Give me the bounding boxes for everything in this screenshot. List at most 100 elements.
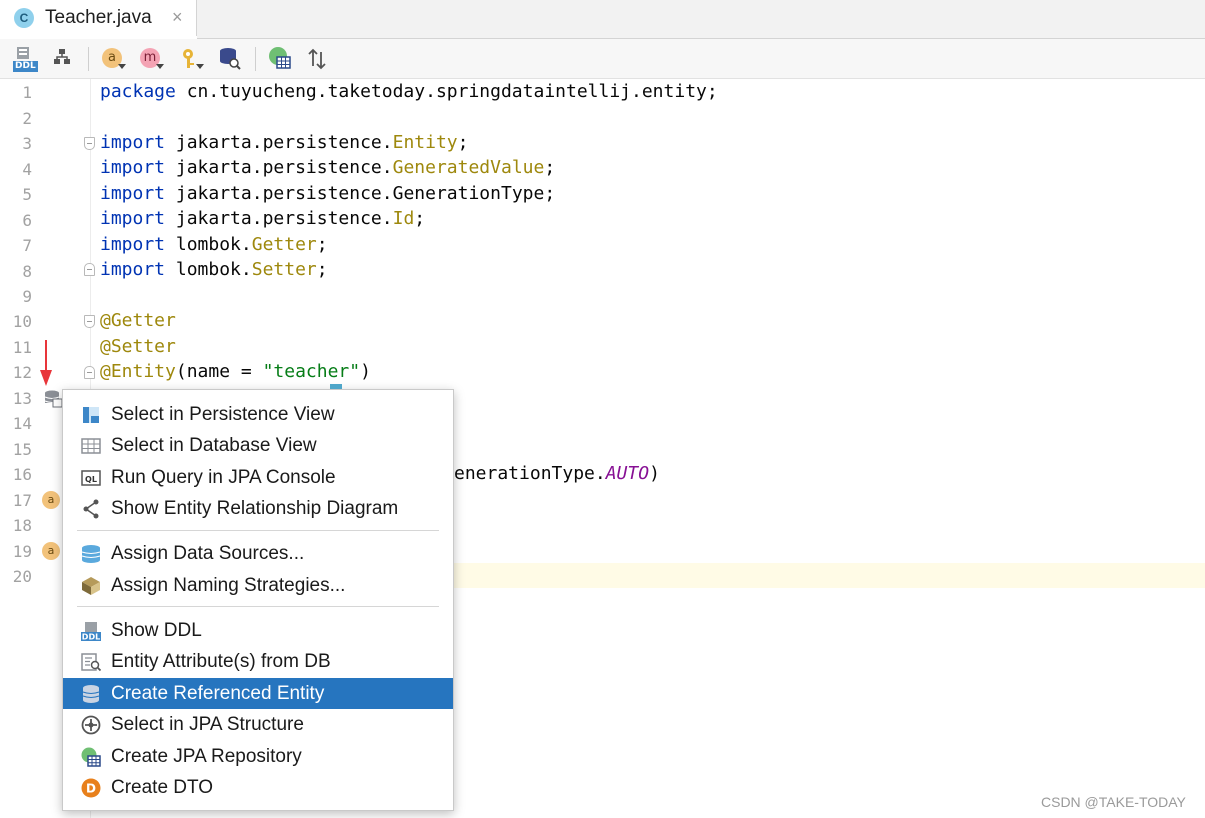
- keyword: import: [100, 208, 166, 229]
- line-number: 4: [22, 160, 32, 179]
- tab-title: Teacher.java: [45, 7, 152, 28]
- db-search-button[interactable]: [218, 46, 242, 72]
- menu-item-label: Entity Attribute(s) from DB: [111, 651, 331, 672]
- menu-item-label: Run Query in JPA Console: [111, 467, 336, 488]
- menu-item-label: Create Referenced Entity: [111, 683, 325, 704]
- menu-separator: [77, 606, 439, 607]
- annotation: @Entity: [100, 361, 176, 382]
- jpa-gutter-database-icon[interactable]: [43, 389, 63, 409]
- code-text: ): [649, 463, 660, 484]
- chevron-down-icon: [156, 64, 164, 69]
- entity-attributes-icon: [81, 653, 101, 672]
- sort-button[interactable]: [306, 46, 328, 72]
- line-number: 1: [22, 83, 32, 102]
- string-literal: "teacher": [262, 361, 361, 382]
- ddl-badge: DDL: [13, 61, 38, 72]
- tab-teacher-java[interactable]: C Teacher.java ×: [0, 0, 197, 39]
- class-name: Entity: [392, 132, 458, 153]
- dto-icon-text: D: [86, 782, 96, 796]
- ql-console-icon: QL: [81, 470, 101, 486]
- show-ddl-button[interactable]: DDL: [13, 46, 38, 72]
- code-text: jakarta.persistence.: [165, 208, 393, 229]
- keyword: import: [100, 132, 166, 153]
- keyword: import: [100, 183, 166, 204]
- line-number: 7: [22, 236, 32, 255]
- annotation: @Setter: [100, 336, 176, 357]
- add-attribute-button[interactable]: a: [102, 46, 126, 72]
- menu-item-create-jpa-repository[interactable]: Create JPA Repository: [63, 741, 453, 772]
- line-number: 3: [22, 134, 32, 153]
- menu-item-show-entity-relationship-diagram[interactable]: Show Entity Relationship Diagram: [63, 493, 453, 524]
- code-line[interactable]: import jakarta.persistence.GeneratedValu…: [100, 157, 555, 178]
- menu-item-create-dto[interactable]: D Create DTO: [63, 772, 453, 803]
- jpa-toolbar: DDL a m: [0, 39, 1205, 79]
- code-line[interactable]: import jakarta.persistence.GenerationTyp…: [100, 183, 555, 204]
- code-text: enerationType.: [454, 463, 606, 484]
- code-line[interactable]: @Setter: [100, 336, 176, 357]
- menu-item-create-referenced-entity[interactable]: Create Referenced Entity: [63, 678, 453, 709]
- code-line[interactable]: @Entity(name = "teacher"): [100, 361, 371, 382]
- code-line[interactable]: package cn.tuyucheng.taketoday.springdat…: [100, 81, 718, 102]
- menu-item-assign-data-sources[interactable]: Assign Data Sources...: [63, 538, 453, 569]
- fold-marker[interactable]: [84, 366, 95, 379]
- menu-item-label: Select in JPA Structure: [111, 714, 304, 735]
- ddl-icon-text: DDL: [82, 633, 100, 642]
- class-name: Id: [392, 208, 415, 229]
- fold-marker[interactable]: [84, 137, 95, 150]
- menu-item-assign-naming-strategies[interactable]: Assign Naming Strategies...: [63, 570, 453, 601]
- hierarchy-button[interactable]: [51, 46, 73, 72]
- menu-item-label: Show DDL: [111, 620, 202, 641]
- code-line[interactable]: @Getter: [100, 310, 176, 331]
- code-line[interactable]: enerationType.AUTO): [454, 463, 660, 484]
- menu-item-label: Create JPA Repository: [111, 746, 302, 767]
- chevron-down-icon: [118, 64, 126, 69]
- add-id-button[interactable]: [180, 46, 204, 72]
- editor-tab-bar: C Teacher.java ×: [0, 0, 1205, 39]
- code-line[interactable]: import jakarta.persistence.Entity;: [100, 132, 468, 153]
- code-text: lombok.: [165, 259, 252, 280]
- code-text: jakarta.persistence.: [165, 132, 393, 153]
- jpa-repository-button[interactable]: [268, 46, 292, 72]
- line-number: 8: [22, 262, 32, 281]
- close-icon[interactable]: ×: [172, 7, 183, 28]
- attribute-gutter-icon[interactable]: a: [42, 491, 60, 509]
- enum-constant: AUTO: [605, 463, 650, 484]
- database-search-icon: [220, 48, 241, 70]
- fold-marker[interactable]: [84, 263, 95, 276]
- code-line[interactable]: import lombok.Setter;: [100, 259, 328, 280]
- jpa-repository-icon: [269, 47, 291, 69]
- menu-item-select-in-database-view[interactable]: Select in Database View: [63, 430, 453, 461]
- chevron-down-icon: [196, 64, 204, 69]
- code-text: ;: [544, 157, 556, 178]
- line-number: 2: [22, 109, 32, 128]
- code-line[interactable]: import jakarta.persistence.Id;: [100, 208, 425, 229]
- code-text: ;: [316, 259, 328, 280]
- code-text: jakarta.persistence.GenerationType;: [165, 183, 556, 204]
- dto-icon: D: [81, 778, 101, 798]
- referenced-entity-icon: [82, 685, 100, 703]
- menu-item-select-in-persistence-view[interactable]: Select in Persistence View: [63, 399, 453, 430]
- menu-item-show-ddl[interactable]: DDL Show DDL: [63, 615, 453, 646]
- menu-item-run-query-in-jpa-console[interactable]: QL Run Query in JPA Console: [63, 462, 453, 493]
- code-text: ;: [457, 132, 469, 153]
- menu-item-select-in-jpa-structure[interactable]: Select in JPA Structure: [63, 709, 453, 740]
- line-number: 17: [12, 491, 32, 510]
- line-number: 12: [12, 363, 32, 382]
- code-text: cn.tuyucheng.taketoday.springdataintelli…: [175, 81, 718, 102]
- line-number: 15: [12, 440, 32, 459]
- naming-strategies-icon: [82, 577, 100, 595]
- fold-marker[interactable]: [84, 315, 95, 328]
- sort-icon: [308, 48, 326, 70]
- data-sources-icon: [81, 545, 101, 563]
- menu-item-entity-attributes-from-db[interactable]: Entity Attribute(s) from DB: [63, 646, 453, 677]
- database-view-icon: [81, 438, 101, 454]
- toolbar-separator: [88, 47, 89, 71]
- ql-icon-text: QL: [85, 475, 97, 484]
- keyword: package: [100, 81, 176, 102]
- add-method-button[interactable]: m: [140, 46, 164, 72]
- code-line[interactable]: import lombok.Getter;: [100, 234, 328, 255]
- line-number: 13: [12, 389, 32, 408]
- attribute-gutter-icon[interactable]: a: [42, 542, 60, 560]
- line-number: 16: [12, 465, 32, 484]
- menu-item-label: Show Entity Relationship Diagram: [111, 498, 399, 519]
